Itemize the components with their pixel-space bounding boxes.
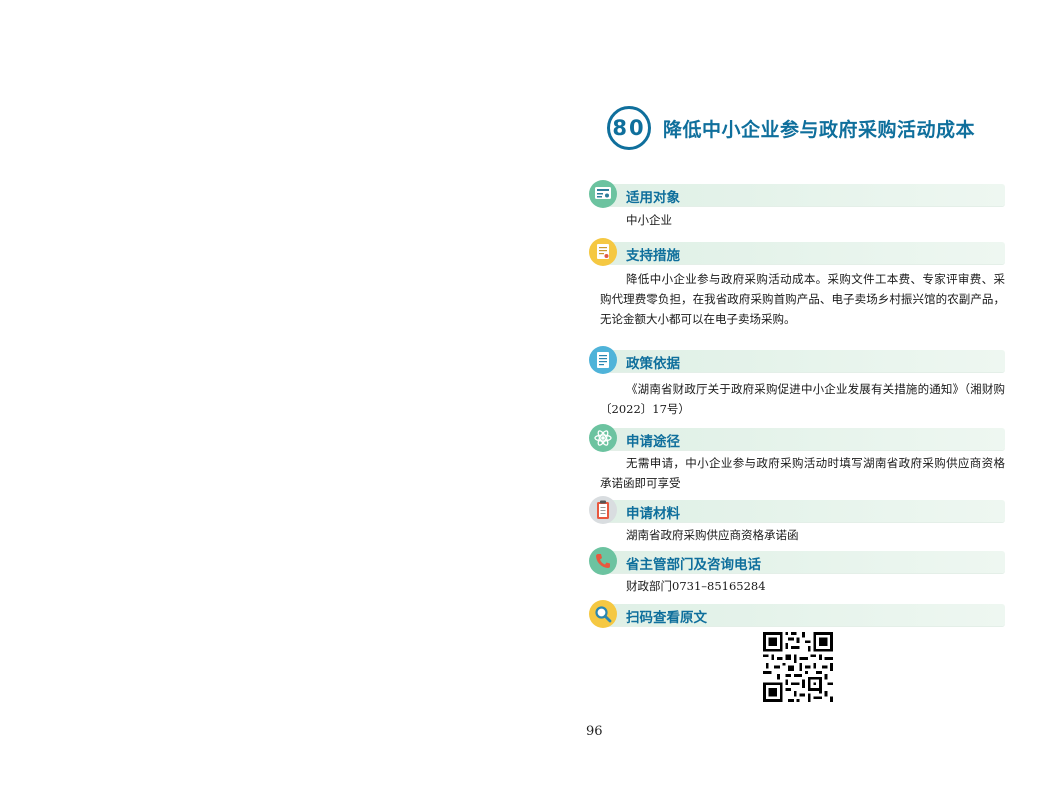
title-block: 80 降低中小企业参与政府采购活动成本 xyxy=(607,106,975,150)
atom-icon xyxy=(589,424,617,452)
section-label: 申请材料 xyxy=(626,506,680,522)
section-label: 适用对象 xyxy=(626,190,680,206)
section-body: 中小企业 xyxy=(626,213,672,227)
section-body: 湖南省政府采购供应商资格承诺函 xyxy=(626,528,799,542)
magnifier-icon xyxy=(589,600,617,628)
document-icon xyxy=(589,346,617,374)
section-label: 政策依据 xyxy=(626,356,680,372)
section-body: 降低中小企业参与政府采购活动成本。采购文件工本费、专家评审费、采购代理费零负担，… xyxy=(600,272,1005,326)
section-header-scan-qr: 扫码查看原文 xyxy=(589,600,1005,628)
id-card-icon xyxy=(589,180,617,208)
item-number-badge: 80 xyxy=(607,106,651,150)
section-label: 申请途径 xyxy=(626,434,680,450)
section-label: 省主管部门及咨询电话 xyxy=(626,557,761,573)
phone-icon xyxy=(589,547,617,575)
section-header-applicable: 适用对象 xyxy=(589,180,1005,208)
section-header-policy-basis: 政策依据 xyxy=(589,346,1005,374)
section-header-measures: 支持措施 xyxy=(589,238,1005,266)
page-title: 降低中小企业参与政府采购活动成本 xyxy=(663,118,976,141)
certificate-icon xyxy=(589,238,617,266)
section-body: 无需申请，中小企业参与政府采购活动时填写湖南省政府采购供应商资格承诺函即可享受 xyxy=(600,456,1005,490)
section-header-application-method: 申请途径 xyxy=(589,424,1005,452)
section-header-application-materials: 申请材料 xyxy=(589,496,1005,524)
clipboard-icon xyxy=(589,496,617,524)
section-body: 财政部门0731–85165284 xyxy=(626,579,766,593)
section-label: 支持措施 xyxy=(626,248,680,264)
section-label: 扫码查看原文 xyxy=(626,610,707,626)
qr-code[interactable] xyxy=(763,632,833,702)
page-number: 96 xyxy=(586,724,603,739)
section-header-contact: 省主管部门及咨询电话 xyxy=(589,547,1005,575)
section-body: 《湖南省财政厅关于政府采购促进中小企业发展有关措施的通知》（湘财购〔2022〕1… xyxy=(600,382,1005,416)
